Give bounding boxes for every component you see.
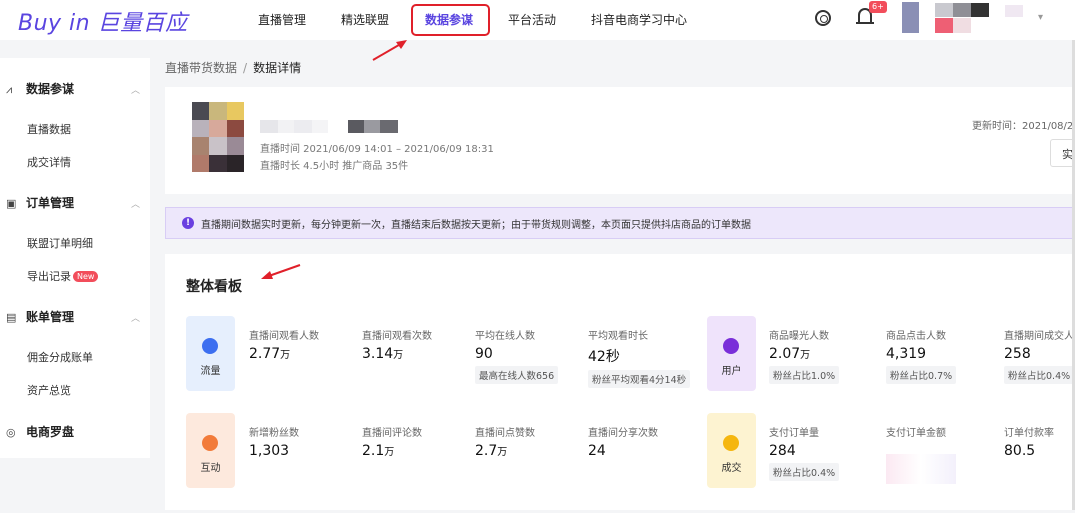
metric-paid-amount[interactable]: 支付订单金额 [886,424,986,494]
compass-icon: ◎ [6,426,16,439]
brand-logo[interactable]: Buy in 巨量百应 [18,5,188,37]
avatar[interactable] [902,2,919,33]
chevron-up-icon[interactable]: ︿ [131,311,140,324]
live-title-blurred [260,120,405,134]
category-tile-interaction[interactable]: 互动 [186,413,235,488]
metric-avg-online[interactable]: 平均在线人数 90 最高在线人数656 [475,327,559,384]
settings-icon[interactable] [815,10,831,26]
sidebar-item-asset-overview[interactable]: 资产总览 [27,382,71,398]
sidebar-group-ecommerce-compass[interactable]: ◎ 电商罗盘 [6,423,74,440]
metric-comments[interactable]: 直播间评论数 2.1万 [362,424,422,459]
bill-icon: ▤ [6,311,17,324]
category-tile-deal[interactable]: 成交 [707,413,756,488]
nav-item-selected-alliance[interactable]: 精选联盟 [341,11,389,28]
sidebar-group-data-advisor[interactable]: ⩘ 数据参谋 [6,80,74,97]
user-icon [723,338,739,354]
sidebar-item-live-data[interactable]: 直播数据 [27,121,71,137]
category-tile-traffic[interactable]: 流量 [186,316,235,391]
notice-text: 直播期间数据实时更新，每分钟更新一次，直播结束后数据按天更新；由于带货规则调整，… [201,220,751,231]
nav-item-learning-center[interactable]: 抖音电商学习中心 [591,11,687,28]
chevron-up-icon[interactable]: ︿ [131,197,140,210]
metric-sub-badge: 粉丝占比0.7% [886,366,957,384]
chevron-down-icon[interactable]: ▾ [1038,12,1043,23]
user-name-blurred[interactable] [935,3,1025,33]
order-icon: ▣ [6,197,17,210]
category-tile-user[interactable]: 用户 [707,316,756,391]
sidebar-item-alliance-orders[interactable]: 联盟订单明细 [27,235,93,251]
overall-board-card: 整体看板 流量 用户 互动 成交 直播间观看人数 2.77万 直播间观看次数 3… [165,254,1075,510]
metric-sub-badge: 粉丝占比1.0% [769,366,840,384]
sidebar-item-export-records[interactable]: 导出记录 New [27,268,99,284]
metric-sub-badge: 粉丝占比0.4% [1004,366,1075,384]
info-icon: ! [182,217,194,229]
metric-sub-badge: 粉丝占比0.4% [769,463,840,481]
metric-payment-rate[interactable]: 订单付款率 80.5 [1004,424,1075,459]
breadcrumb-current: 数据详情 [253,61,302,75]
metric-paid-orders[interactable]: 支付订单量 284 粉丝占比0.4% [769,424,840,481]
sidebar: ⩘ 数据参谋 ︿ 直播数据 成交详情 ▣ 订单管理 ︿ 联盟订单明细 导出记录 New… [0,58,150,458]
blurred-value [886,454,956,484]
metric-shares[interactable]: 直播间分享次数 24 [588,424,658,459]
metric-likes[interactable]: 直播间点赞数 2.7万 [475,424,535,459]
breadcrumb-parent[interactable]: 直播带货数据 [165,61,237,75]
chart-icon: ⩘ [6,83,13,96]
metric-sub-badge: 最高在线人数656 [475,366,559,384]
annotation-arrow-board [261,264,301,279]
sidebar-group-bill-management[interactable]: ▤ 账单管理 [6,308,74,325]
live-cover-image-blurred [192,102,244,172]
live-time-info: 直播时间 2021/06/09 14:01 – 2021/06/09 18:31 [260,144,494,155]
deal-icon [723,435,739,451]
notification-count-badge: 6+ [869,1,887,13]
sidebar-group-order-management[interactable]: ▣ 订单管理 [6,194,74,211]
metric-sub-badge: 粉丝平均观看4分14秒 [588,370,691,388]
metric-buyers[interactable]: 直播期间成交人 258 粉丝占比0.4% [1004,327,1075,384]
nav-item-live-management[interactable]: 直播管理 [258,11,306,28]
metric-product-exposure[interactable]: 商品曝光人数 2.07万 粉丝占比1.0% [769,327,840,384]
live-info-card: 直播时间 2021/06/09 14:01 – 2021/06/09 18:31… [165,87,1075,194]
breadcrumb-separator: / [243,61,248,75]
board-title: 整体看板 [186,279,242,295]
nav-item-platform-activity[interactable]: 平台活动 [508,11,556,28]
metric-product-clicks[interactable]: 商品点击人数 4,319 粉丝占比0.7% [886,327,957,384]
metric-new-followers[interactable]: 新增粉丝数 1,303 [249,424,299,459]
annotation-arrow-nav [372,40,407,61]
new-badge: New [73,271,99,282]
traffic-icon [202,338,218,354]
annotation-highlight-box [411,4,490,36]
metric-viewers[interactable]: 直播间观看人数 2.77万 [249,327,319,362]
top-bar: Buy in 巨量百应 直播管理 精选联盟 数据参谋 平台活动 抖音电商学习中心… [0,0,1075,40]
metric-views[interactable]: 直播间观看次数 3.14万 [362,327,432,362]
sidebar-item-commission-bill[interactable]: 佣金分成账单 [27,349,93,365]
breadcrumb: 直播带货数据 / 数据详情 [165,59,301,76]
metric-avg-watch-time[interactable]: 平均观看时长 42秒 粉丝平均观看4分14秒 [588,327,691,388]
update-time: 更新时间：2021/08/2 [972,121,1074,132]
live-duration-info: 直播时长 4.5小时 推广商品 35件 [260,161,409,172]
sidebar-item-deal-details[interactable]: 成交详情 [27,154,71,170]
interaction-icon [202,435,218,451]
notice-banner: ! 直播期间数据实时更新，每分钟更新一次，直播结束后数据按天更新；由于带货规则调… [165,207,1075,239]
chevron-up-icon[interactable]: ︿ [131,83,140,96]
